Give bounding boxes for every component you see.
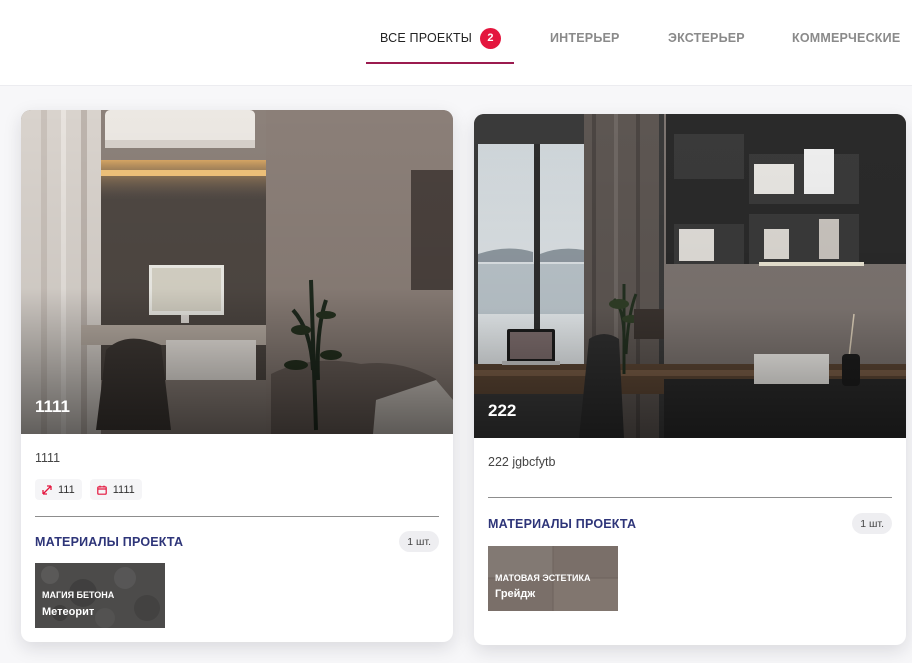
tab-exterior[interactable]: ЭКСТЕРЬЕР bbox=[668, 28, 745, 48]
project-title: 1111 bbox=[35, 397, 71, 416]
project-photo[interactable]: 222 bbox=[474, 114, 906, 438]
materials-heading: МАТЕРИАЛЫ ПРОЕКТА bbox=[35, 535, 184, 549]
card-divider bbox=[35, 516, 439, 517]
tab-commercial[interactable]: КОММЕРЧЕСКИЕ bbox=[792, 28, 900, 48]
tab-interior-label: ИНТЕРЬЕР bbox=[550, 31, 620, 45]
material-swatch[interactable]: МАТОВАЯ ЭСТЕТИКА Грейдж bbox=[488, 546, 618, 611]
project-photo[interactable]: 1111 bbox=[21, 110, 453, 434]
project-card[interactable]: 1111 1111 111 1111 МАТЕРИАЛЫ ПРОЕКТА 1 ш… bbox=[21, 110, 453, 642]
project-description: 222 jgbcfytb bbox=[488, 455, 556, 469]
expand-arrows-icon bbox=[42, 484, 52, 495]
material-name: Грейдж bbox=[495, 588, 536, 600]
materials-count: 1 шт. bbox=[852, 513, 892, 534]
card-divider bbox=[488, 497, 892, 498]
date-chip: 1111 bbox=[89, 479, 142, 500]
tab-all-projects[interactable]: ВСЕ ПРОЕКТЫ 2 bbox=[380, 27, 502, 49]
tab-all-projects-label: ВСЕ ПРОЕКТЫ bbox=[380, 31, 473, 45]
area-chip: 111 bbox=[35, 479, 82, 500]
materials-heading: МАТЕРИАЛЫ ПРОЕКТА bbox=[488, 517, 637, 531]
project-card[interactable]: 222 222 jgbcfytb МАТЕРИАЛЫ ПРОЕКТА 1 шт.… bbox=[474, 114, 906, 645]
filter-bar: ВСЕ ПРОЕКТЫ 2 ИНТЕРЬЕР ЭКСТЕРЬЕР КОММЕРЧ… bbox=[0, 0, 912, 86]
area-value: 111 bbox=[58, 483, 75, 496]
tab-interior[interactable]: ИНТЕРЬЕР bbox=[550, 28, 620, 48]
project-description: 1111 bbox=[35, 451, 61, 465]
material-collection: МАТОВАЯ ЭСТЕТИКА bbox=[495, 573, 591, 583]
active-tab-underline bbox=[366, 62, 514, 64]
project-meta: 111 1111 bbox=[35, 479, 142, 500]
materials-count: 1 шт. bbox=[399, 531, 439, 552]
project-count-badge: 2 bbox=[480, 27, 502, 49]
material-name: Метеорит bbox=[42, 606, 95, 618]
tab-exterior-label: ЭКСТЕРЬЕР bbox=[668, 31, 745, 45]
material-swatch[interactable]: МАГИЯ БЕТОНА Метеорит bbox=[35, 563, 165, 628]
tab-commercial-label: КОММЕРЧЕСКИЕ bbox=[792, 31, 901, 45]
material-collection: МАГИЯ БЕТОНА bbox=[42, 590, 115, 600]
calendar-icon bbox=[96, 485, 107, 495]
date-value: 1111 bbox=[112, 483, 135, 496]
project-title: 222 bbox=[488, 401, 517, 420]
